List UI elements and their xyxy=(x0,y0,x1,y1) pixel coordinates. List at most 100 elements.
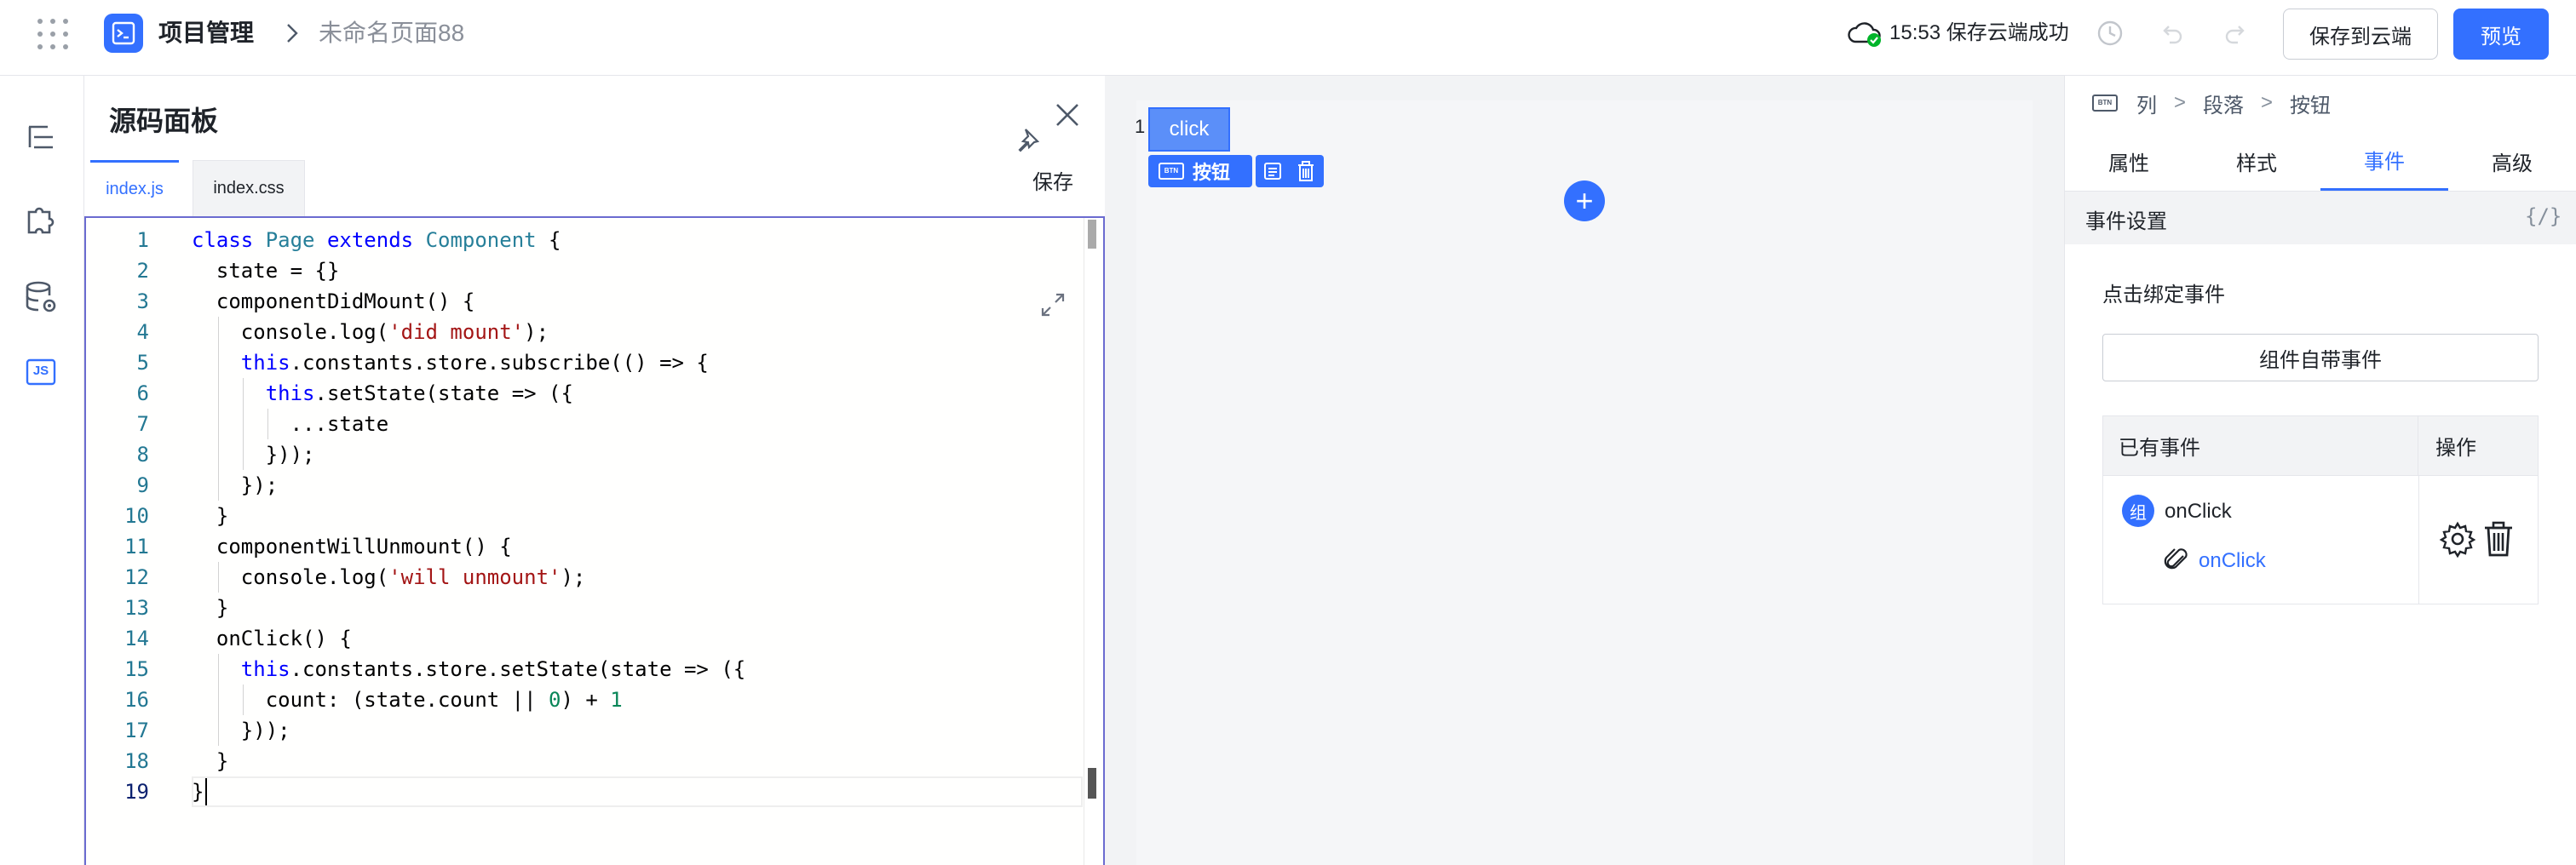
event-handler-link[interactable]: onClick xyxy=(2199,549,2266,573)
indent-guide xyxy=(217,470,219,501)
line-number: 19 xyxy=(124,780,149,804)
canvas-row-number: 1 xyxy=(1135,116,1146,137)
indent-guide xyxy=(217,715,219,746)
redo-icon[interactable] xyxy=(2223,20,2249,46)
builtin-events-button[interactable]: 组件自带事件 xyxy=(2102,334,2539,381)
app-logo-icon xyxy=(104,14,143,53)
add-component-button[interactable]: + xyxy=(1564,180,1605,221)
tab-attributes[interactable]: 属性 xyxy=(2065,131,2193,191)
tab-events[interactable]: 事件 xyxy=(2320,131,2448,191)
line-number: 17 xyxy=(124,719,149,742)
event-name: onClick xyxy=(2165,500,2232,523)
code-line[interactable]: class Page extends Component { xyxy=(192,225,561,255)
cloud-saved-icon xyxy=(1847,19,1883,48)
code-line[interactable]: this.constants.store.subscribe(() => { xyxy=(192,347,709,378)
line-number: 11 xyxy=(124,535,149,559)
js-icon-label: JS xyxy=(32,364,49,378)
app-title[interactable]: 项目管理 xyxy=(158,19,254,48)
apps-grid-icon[interactable] xyxy=(37,19,68,49)
pin-icon[interactable] xyxy=(1014,124,1043,153)
code-line[interactable]: console.log('will unmount'); xyxy=(192,562,586,593)
code-line[interactable]: count: (state.count || 0) + 1 xyxy=(192,685,623,715)
code-line[interactable]: state = {} xyxy=(192,255,340,286)
editor-scrollbar[interactable] xyxy=(1084,218,1103,865)
undo-icon[interactable] xyxy=(2159,20,2184,46)
canvas-click-button[interactable]: click xyxy=(1148,107,1230,152)
indent-guide xyxy=(217,654,219,685)
tab-index-css[interactable]: index.css xyxy=(193,160,305,216)
code-editor[interactable]: 1 2 3 4 5 6 7 8 9 10 11 12 13 14 15 16 17 18 19 class Page… xyxy=(84,216,1105,865)
column-header-actions: 操作 xyxy=(2418,416,2538,476)
code-line[interactable]: this.constants.store.setState(state => (… xyxy=(192,654,745,685)
column-divider xyxy=(2418,476,2419,604)
event-settings-title: 事件设置 xyxy=(2085,210,2167,233)
indent-guide xyxy=(217,378,219,409)
code-line[interactable]: onClick() { xyxy=(192,623,352,654)
code-line[interactable]: console.log('did mount'); xyxy=(192,317,549,347)
indent-guide xyxy=(242,439,244,470)
outline-icon[interactable] xyxy=(22,118,60,156)
component-event-badge: 组 xyxy=(2122,495,2154,527)
line-number: 18 xyxy=(124,749,149,773)
breadcrumb-item-paragraph[interactable]: 段落 xyxy=(2203,89,2244,118)
line-number: 10 xyxy=(124,504,149,528)
breadcrumb-item-button[interactable]: 按钮 xyxy=(2290,89,2331,118)
line-number: 6 xyxy=(136,381,149,405)
breadcrumb-item-column[interactable]: 列 xyxy=(2136,89,2157,118)
save-code-button[interactable]: 保存 xyxy=(1032,170,1073,196)
line-number: 7 xyxy=(136,412,149,436)
gear-icon[interactable] xyxy=(2439,520,2476,559)
code-area[interactable]: class Page extends Component { state = {… xyxy=(192,218,1083,865)
indent-guide xyxy=(217,347,219,378)
code-line[interactable]: componentWillUnmount() { xyxy=(192,531,512,562)
code-line[interactable]: })); xyxy=(192,715,290,746)
paperclip-icon xyxy=(2163,546,2192,575)
js-icon[interactable]: JS xyxy=(22,353,60,391)
puzzle-icon[interactable] xyxy=(22,200,60,238)
indent-guide xyxy=(242,409,244,439)
save-to-cloud-button[interactable]: 保存到云端 xyxy=(2283,9,2438,60)
expand-icon[interactable] xyxy=(1038,289,1068,320)
column-header-events: 已有事件 xyxy=(2103,416,2418,476)
code-line[interactable]: componentDidMount() { xyxy=(192,286,474,317)
code-line[interactable]: this.setState(state => ({ xyxy=(192,378,573,409)
chevron-right-icon xyxy=(281,22,303,44)
code-view-toggle[interactable]: {/} xyxy=(2525,204,2562,228)
click-bind-title: 点击绑定事件 xyxy=(2102,284,2225,306)
code-line[interactable]: } xyxy=(192,501,228,531)
selected-component-label[interactable]: BTN 按钮 xyxy=(1148,155,1252,187)
indent-guide xyxy=(242,378,244,409)
indent-guide xyxy=(217,409,219,439)
code-line[interactable]: ...state xyxy=(192,409,389,439)
code-line[interactable]: }); xyxy=(192,470,278,501)
code-line[interactable]: })); xyxy=(192,439,315,470)
history-icon[interactable] xyxy=(2096,19,2125,48)
indent-guide xyxy=(217,685,219,715)
active-line-highlight xyxy=(192,776,1083,807)
page-name[interactable]: 未命名页面88 xyxy=(319,19,464,48)
trash-icon[interactable] xyxy=(2481,520,2516,558)
button-component-icon: BTN xyxy=(2092,95,2118,112)
line-number: 13 xyxy=(124,596,149,620)
save-status-text: 15:53 保存云端成功 xyxy=(1889,21,2069,44)
tab-advanced[interactable]: 高级 xyxy=(2448,131,2576,191)
code-line[interactable]: } xyxy=(192,746,228,776)
delete-icon[interactable] xyxy=(1295,160,1317,182)
line-number: 16 xyxy=(124,688,149,712)
indent-guide xyxy=(267,409,268,439)
code-line[interactable]: } xyxy=(192,593,228,623)
scrollbar-thumb[interactable] xyxy=(1088,220,1096,249)
tab-style[interactable]: 样式 xyxy=(2193,131,2320,191)
selected-component-name: 按钮 xyxy=(1193,162,1231,183)
tab-index-js[interactable]: index.js xyxy=(90,160,179,216)
line-number: 2 xyxy=(136,259,149,283)
copy-icon[interactable] xyxy=(1262,161,1285,181)
close-icon[interactable] xyxy=(1053,100,1082,129)
database-icon[interactable] xyxy=(22,278,60,316)
preview-button[interactable]: 预览 xyxy=(2453,9,2549,60)
line-number: 14 xyxy=(124,627,149,650)
button-component-icon: BTN xyxy=(1159,163,1184,180)
line-number: 12 xyxy=(124,565,149,589)
scrollbar-cursor-marker xyxy=(1088,768,1096,799)
selection-toolbar xyxy=(1256,155,1324,187)
